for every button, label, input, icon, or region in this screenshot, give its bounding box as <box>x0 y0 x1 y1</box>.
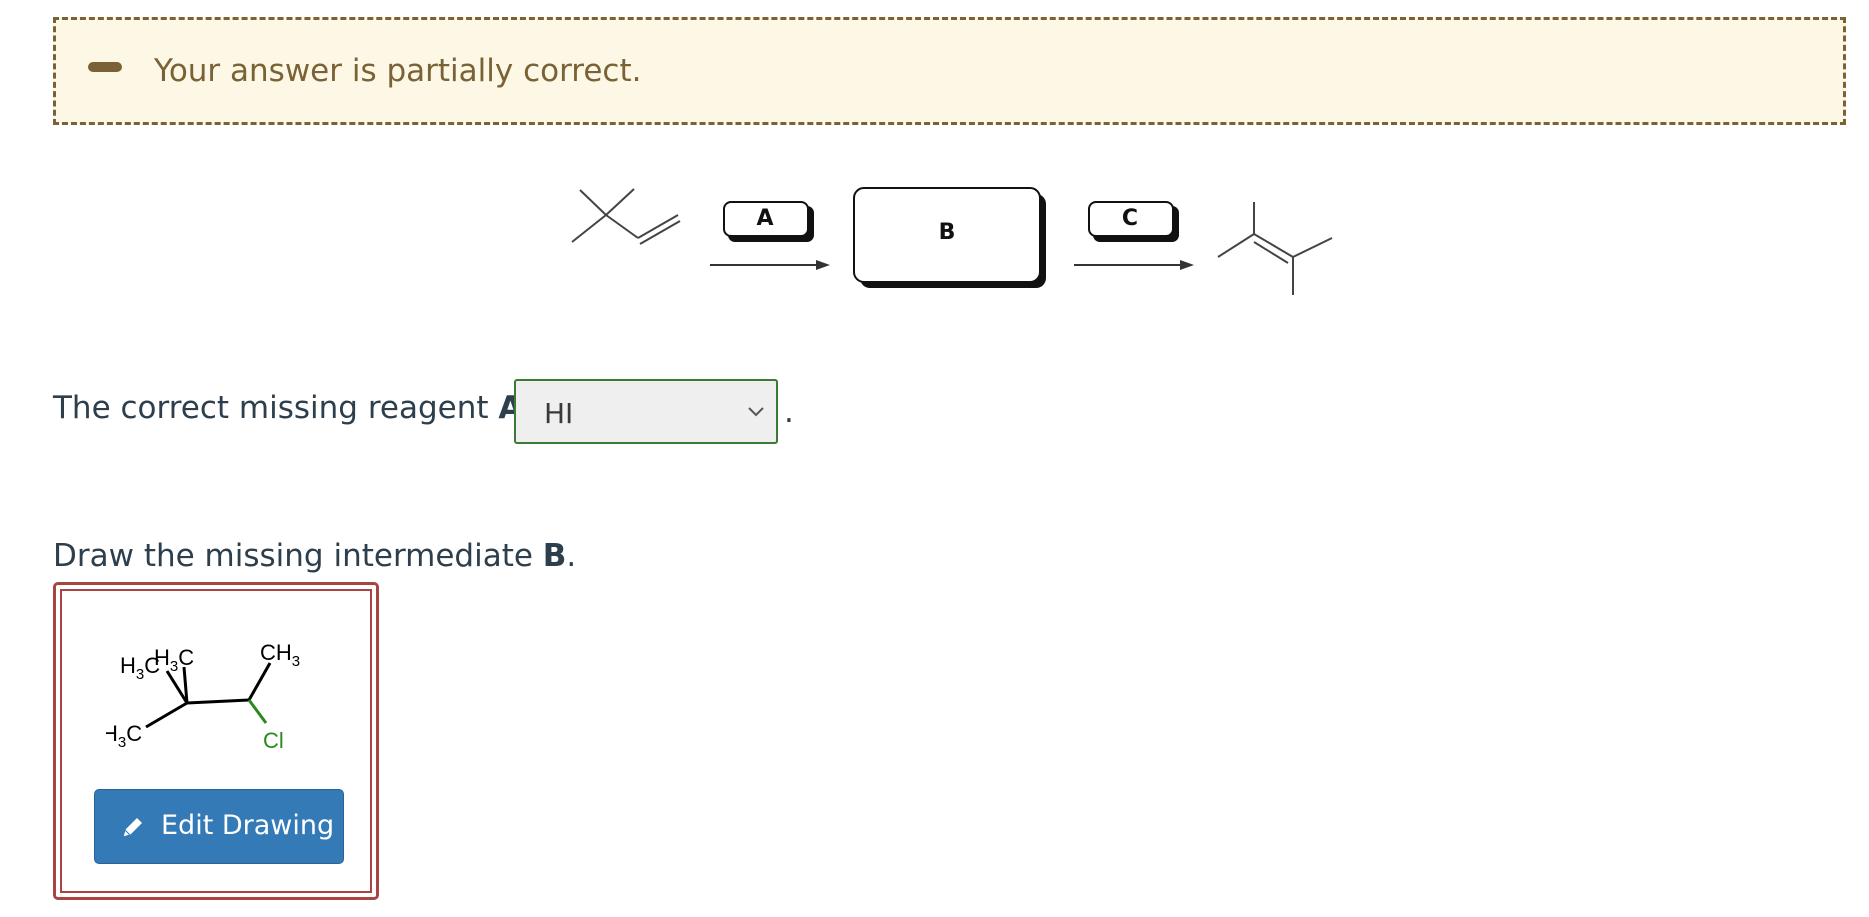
reagent-question: The correct missing reagent A is <box>53 386 557 430</box>
feedback-message: Your answer is partially correct. <box>154 53 642 89</box>
reagent-a-box: A <box>710 201 830 270</box>
molecule-bonds <box>145 662 272 729</box>
starting-alkene-structure <box>571 188 681 245</box>
chevron-down-icon <box>748 407 764 417</box>
product-alkene-structure <box>1217 202 1333 295</box>
minus-icon <box>88 62 122 72</box>
page: Your answer is partially correct. A B C … <box>0 0 1869 917</box>
reagent-c-box: C <box>1074 201 1194 270</box>
partial-correct-banner: Your answer is partially correct. <box>53 17 1846 125</box>
intermediate-b-box: B <box>853 187 1046 288</box>
intermediate-question-prefix: Draw the missing intermediate <box>53 538 543 574</box>
intermediate-question-end: . <box>566 538 577 574</box>
reaction-scheme: A B C <box>560 170 1340 314</box>
intermediate-question-bold: B <box>542 538 567 574</box>
reagent-a-select[interactable]: HI <box>514 379 778 444</box>
reagent-question-end: . <box>784 394 794 430</box>
arrow-a-head <box>816 260 830 270</box>
intermediate-question: Draw the missing intermediate B. <box>53 538 576 574</box>
cl-label: Cl <box>263 728 284 753</box>
edit-drawing-button[interactable]: Edit Drawing <box>94 789 344 864</box>
reagent-a-selected-value: HI <box>544 397 574 430</box>
arrow-c-head <box>1180 260 1194 270</box>
h3c-bottom-label: H3C <box>106 721 142 751</box>
reagent-a-label: A <box>756 206 773 231</box>
drawing-answer-box: H3C H3C CH3 H3C Cl Edit Drawing <box>53 582 379 900</box>
reagent-c-label: C <box>1122 206 1138 231</box>
drawn-molecule: H3C H3C CH3 H3C Cl <box>106 640 300 753</box>
reaction-scheme-diagram: A B C <box>571 187 1333 295</box>
intermediate-b-label: B <box>939 220 956 245</box>
reagent-question-prefix: The correct missing reagent <box>53 390 499 426</box>
pencil-icon <box>122 818 142 838</box>
edit-drawing-label: Edit Drawing <box>161 810 335 841</box>
ch3-right-label: CH3 <box>260 640 300 670</box>
c-cl-bond <box>247 699 268 724</box>
